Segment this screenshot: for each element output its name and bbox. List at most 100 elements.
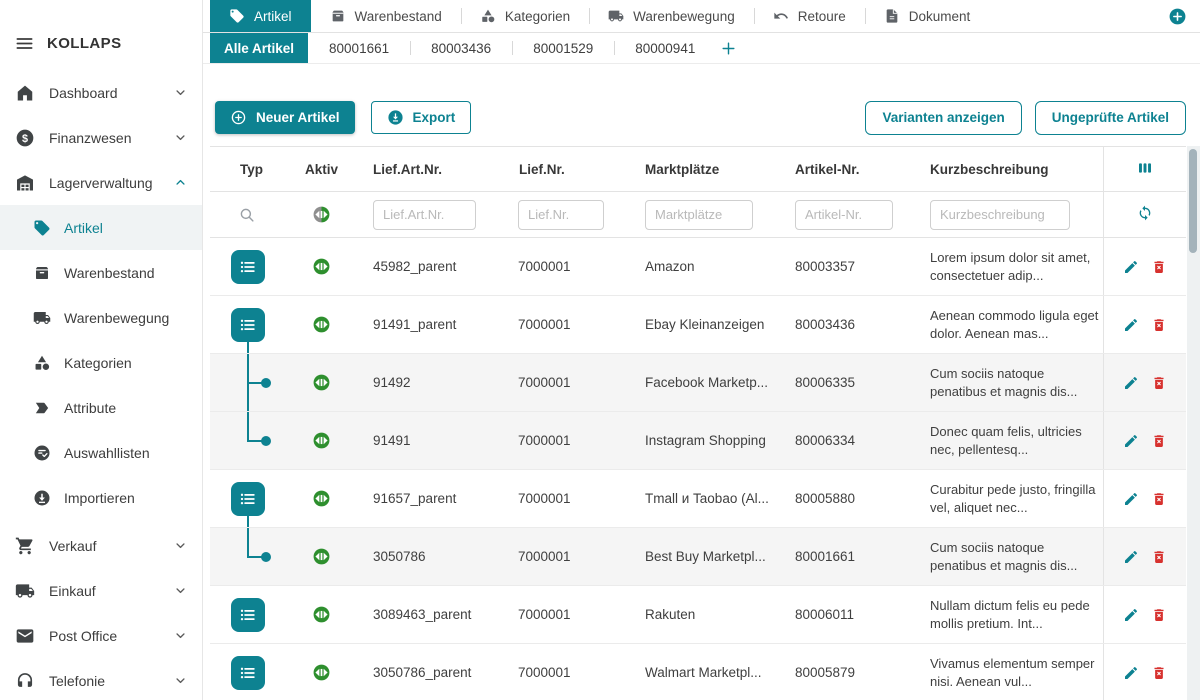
new-article-button[interactable]: Neuer Artikel — [215, 101, 355, 134]
delete-button[interactable] — [1151, 607, 1167, 623]
filter-lief-nr-input[interactable] — [518, 200, 604, 230]
cell-artikel-nr: 80003436 — [782, 296, 917, 353]
sidebar-subitem-warenbestand[interactable]: Warenbestand — [0, 250, 202, 295]
type-list-button[interactable] — [231, 250, 265, 284]
chevron-down-icon — [173, 538, 188, 553]
subtab-alle-artikel[interactable]: Alle Artikel — [210, 33, 308, 63]
type-list-button[interactable] — [231, 308, 265, 342]
col-header-marktplaetze[interactable]: Marktplätze — [632, 147, 782, 191]
col-header-typ[interactable]: Typ — [210, 147, 292, 191]
filter-kurzbeschreibung-input[interactable] — [930, 200, 1070, 230]
tab-artikel[interactable]: Artikel — [210, 0, 311, 32]
sidebar-subitem-label: Warenbestand — [64, 265, 188, 281]
sidebar-subitem-kategorien[interactable]: Kategorien — [0, 340, 202, 385]
edit-button[interactable] — [1123, 549, 1139, 565]
sidebar-subitem-warenbewegung[interactable]: Warenbewegung — [0, 295, 202, 340]
sidebar-subitem-artikel[interactable]: Artikel — [0, 205, 202, 250]
scrollbar-thumb[interactable] — [1189, 149, 1197, 253]
column-settings-button[interactable] — [1135, 159, 1155, 179]
filter-marktplaetze-input[interactable] — [645, 200, 753, 230]
table-row[interactable]: 91657_parent 7000001 Tmall и Taobao (Al.… — [210, 470, 1186, 528]
lief-nr-value: 7000001 — [518, 665, 571, 680]
type-list-button[interactable] — [231, 598, 265, 632]
subtab-80000941[interactable]: 80000941 — [614, 33, 716, 63]
col-header-kurzbeschreibung[interactable]: Kurzbeschreibung — [917, 147, 1103, 191]
delete-button[interactable] — [1151, 317, 1167, 333]
filter-artikel-nr-input[interactable] — [795, 200, 893, 230]
col-header-artikel-nr[interactable]: Artikel-Nr. — [782, 147, 917, 191]
sidebar-item-finanzwesen[interactable]: $ Finanzwesen — [0, 115, 202, 160]
sidebar-subitem-importieren[interactable]: Importieren — [0, 475, 202, 520]
filter-lief-art-nr-input[interactable] — [373, 200, 476, 230]
lief-art-nr-value: 91492 — [373, 375, 411, 390]
delete-button[interactable] — [1151, 549, 1167, 565]
active-status-icon — [312, 547, 331, 566]
filter-aktiv[interactable] — [292, 192, 360, 237]
cell-lief-nr: 7000001 — [505, 296, 632, 353]
table-row[interactable]: 3050786_parent 7000001 Walmart Marketpl.… — [210, 644, 1186, 700]
table-row[interactable]: 3050786 7000001 Best Buy Marketpl... 800… — [210, 528, 1186, 586]
edit-button[interactable] — [1123, 665, 1139, 681]
show-variants-button[interactable]: Varianten anzeigen — [865, 101, 1021, 135]
sidebar-item-dashboard[interactable]: Dashboard — [0, 70, 202, 115]
sidebar-item-verkauf[interactable]: Verkauf — [0, 523, 202, 568]
edit-button[interactable] — [1123, 259, 1139, 275]
tree-node-dot — [261, 436, 271, 446]
table-row[interactable]: 91492 7000001 Facebook Marketp... 800063… — [210, 354, 1186, 412]
subtab-80003436[interactable]: 80003436 — [410, 33, 512, 63]
col-header-aktiv[interactable]: Aktiv — [292, 147, 360, 191]
edit-icon — [1123, 665, 1139, 681]
trash-icon — [1151, 259, 1167, 275]
tab-kategorien[interactable]: Kategorien — [461, 0, 589, 32]
table-row[interactable]: 91491_parent 7000001 Ebay Kleinanzeigen … — [210, 296, 1186, 354]
refresh-button[interactable] — [1136, 205, 1155, 224]
cell-lief-art-nr: 91657_parent — [360, 470, 505, 527]
cell-typ — [210, 354, 292, 411]
col-header-lief-nr[interactable]: Lief.Nr. — [505, 147, 632, 191]
unchecked-articles-button[interactable]: Ungeprüfte Artikel — [1035, 101, 1186, 135]
vertical-scrollbar[interactable] — [1187, 146, 1200, 700]
edit-button[interactable] — [1123, 491, 1139, 507]
export-button[interactable]: Export — [371, 101, 472, 134]
type-list-button[interactable] — [231, 656, 265, 690]
col-header-lief-art-nr[interactable]: Lief.Art.Nr. — [360, 147, 505, 191]
edit-button[interactable] — [1123, 607, 1139, 623]
subtab-80001529[interactable]: 80001529 — [512, 33, 614, 63]
type-list-button[interactable] — [231, 482, 265, 516]
sidebar-subitem-attribute[interactable]: Attribute — [0, 385, 202, 430]
delete-button[interactable] — [1151, 491, 1167, 507]
table-row[interactable]: 91491 7000001 Instagram Shopping 8000633… — [210, 412, 1186, 470]
table-row[interactable]: 45982_parent 7000001 Amazon 80003357 Lor… — [210, 238, 1186, 296]
filter-typ[interactable] — [210, 192, 292, 237]
tab-retoure[interactable]: Retoure — [754, 0, 865, 32]
delete-button[interactable] — [1151, 433, 1167, 449]
add-subtab-button[interactable] — [720, 40, 737, 57]
sidebar-subitem-auswahllisten[interactable]: Auswahllisten — [0, 430, 202, 475]
sidebar-item-post-office[interactable]: Post Office — [0, 613, 202, 658]
tab-dokument[interactable]: Dokument — [865, 0, 990, 32]
cell-typ — [210, 238, 292, 295]
tab-warenbestand[interactable]: Warenbestand — [311, 0, 461, 32]
kurzbeschreibung-value: Lorem ipsum dolor sit amet, consectetuer… — [930, 249, 1102, 285]
tag-icon — [33, 219, 51, 237]
cell-typ — [210, 470, 292, 527]
edit-button[interactable] — [1123, 433, 1139, 449]
tab-warenbewegung[interactable]: Warenbewegung — [589, 0, 754, 32]
edit-button[interactable] — [1123, 375, 1139, 391]
edit-button[interactable] — [1123, 317, 1139, 333]
active-status-icon — [312, 431, 331, 450]
cell-aktiv — [292, 412, 360, 469]
delete-button[interactable] — [1151, 665, 1167, 681]
table-row[interactable]: 3089463_parent 7000001 Rakuten 80006011 … — [210, 586, 1186, 644]
sidebar-item-lagerverwaltung[interactable]: Lagerverwaltung — [0, 160, 202, 205]
delete-button[interactable] — [1151, 375, 1167, 391]
delete-button[interactable] — [1151, 259, 1167, 275]
menu-icon[interactable] — [15, 34, 34, 53]
add-tab-button[interactable] — [1168, 7, 1187, 26]
artikel-nr-value: 80006335 — [795, 375, 855, 390]
sidebar-item-telefonie[interactable]: Telefonie — [0, 658, 202, 700]
subtab-80001661[interactable]: 80001661 — [308, 33, 410, 63]
cart-icon — [15, 536, 35, 556]
sidebar-item-einkauf[interactable]: Einkauf — [0, 568, 202, 613]
edit-icon — [1123, 491, 1139, 507]
